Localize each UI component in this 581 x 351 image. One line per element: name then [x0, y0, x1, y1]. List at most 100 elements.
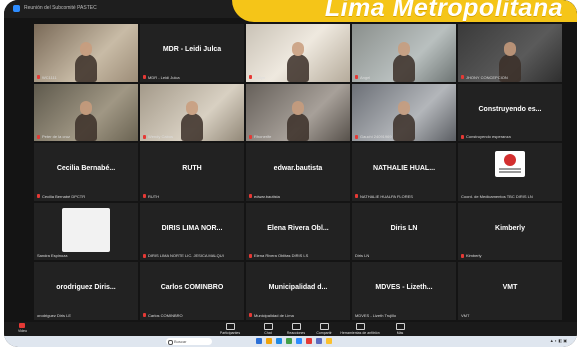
- participant-head: [398, 101, 410, 116]
- participant-display-name: Cecilia Bernabé...: [56, 165, 116, 173]
- participant-label-text: DIRIS LIMA NORTE LIC. JESICA MALQUI: [148, 253, 224, 259]
- taskbar-search[interactable]: Buscar: [166, 338, 212, 345]
- chat-button[interactable]: Chat: [254, 323, 282, 335]
- muted-mic-icon: [143, 75, 146, 80]
- chrome-icon[interactable]: [306, 338, 312, 344]
- participant-name-label: Sandra Espinoza: [37, 253, 67, 258]
- participant-name-label: WC1111: [37, 75, 57, 80]
- participant-tile[interactable]: RUTH RUTH: [140, 143, 244, 201]
- participant-tile[interactable]: Cecilia Bernabé... Cecilia Bernabé DPCTR: [34, 143, 138, 201]
- participant-tile[interactable]: Coord. de Medicamentos TBC DIRIS LN: [458, 143, 562, 201]
- participant-tile[interactable]: MDVES - Lizeth... MDVES - Lizeth Trujillo: [352, 262, 456, 320]
- participant-display-name: MDR - Leidi Julca: [162, 46, 222, 53]
- participant-label-text: Cecilia Bernabé DPCTR: [42, 193, 86, 199]
- participant-tile[interactable]: Dailyn: [246, 24, 350, 82]
- muted-mic-icon: [249, 313, 252, 318]
- more-button[interactable]: Más: [386, 323, 414, 335]
- participant-tile[interactable]: Peter de la cruz: [34, 83, 138, 142]
- participant-tile[interactable]: Construyendo es... Construyendo esperanza: [458, 83, 562, 142]
- participant-name-label: Elena Rivera Oblitas DIRIS LS: [249, 253, 308, 258]
- participant-name-label: Coord. de Medicamentos TBC DIRIS LN: [461, 194, 533, 199]
- share-screen-icon: [319, 323, 329, 330]
- participant-head: [80, 41, 92, 56]
- participant-tile[interactable]: Wendy Cabos: [140, 83, 244, 142]
- participant-display-name: RUTH: [182, 165, 202, 173]
- participant-name-label: NATHALIE HUALPA FLORES: [355, 194, 413, 199]
- chat-icon: [263, 323, 273, 330]
- participant-label-text: Coord. de Medicamentos TBC DIRIS LN: [461, 193, 533, 199]
- participant-silhouette: [75, 101, 97, 142]
- file-explorer-icon[interactable]: [266, 338, 272, 344]
- participant-name-label: Cecilia Bernabé DPCTR: [37, 194, 85, 199]
- participant-video: [246, 24, 350, 82]
- participant-tile[interactable]: Gauchi 24091969: [352, 83, 456, 142]
- zoom-app-icon: [13, 5, 20, 12]
- participant-tile[interactable]: edwar.bautista edwar.bautista: [246, 143, 350, 201]
- participant-tile[interactable]: DIRIS LIMA NOR... DIRIS LIMA NORTE LIC. J…: [140, 202, 244, 261]
- participant-tile[interactable]: Carlos COMINBRO Carlos COMINBRO: [140, 262, 244, 320]
- host-tools-button[interactable]: Herramientas de anfitrión: [340, 323, 380, 335]
- logo-text-line: [499, 171, 521, 174]
- participant-name-label: Kimberly: [461, 253, 482, 258]
- participant-silhouette: [181, 101, 203, 142]
- host-tools-label: Herramientas de anfitrión: [340, 331, 380, 335]
- participant-tile[interactable]: MDR - Leidi Julca MDR - Leidi Julca: [140, 24, 244, 82]
- participant-tile[interactable]: Angel: [352, 24, 456, 82]
- participant-tile[interactable]: WC1111: [34, 24, 138, 82]
- share-button[interactable]: Compartir: [310, 323, 338, 335]
- system-tray[interactable]: ▲ ◐ ◧ ▣: [550, 338, 567, 343]
- excel-icon[interactable]: [286, 338, 292, 344]
- participant-silhouette: [75, 41, 97, 82]
- participant-name-label: Diris LN: [355, 253, 369, 258]
- participant-label-text: MDVES - Lizeth Trujillo: [355, 312, 397, 318]
- participant-silhouette: [393, 41, 415, 82]
- participant-label-text: RUTH: [148, 193, 160, 199]
- teams-icon[interactable]: [316, 338, 322, 344]
- participant-name-label: Angel: [355, 75, 370, 80]
- participant-label-text: Dailyn: [254, 74, 266, 80]
- participant-display-name: Diris LN: [390, 224, 418, 232]
- muted-mic-icon: [461, 134, 464, 139]
- participant-display-name: orodriguez Diris...: [56, 284, 116, 292]
- organization-logo: [495, 151, 525, 178]
- participant-name-label: MDVES - Lizeth Trujillo: [355, 313, 396, 318]
- participants-button[interactable]: Participantes: [216, 323, 244, 335]
- video-button[interactable]: Video: [18, 323, 27, 333]
- participant-display-name: Carlos COMINBRO: [160, 284, 224, 292]
- participant-tile[interactable]: Sandra Espinoza: [34, 202, 138, 261]
- participant-tile[interactable]: VMT VMT: [458, 262, 562, 320]
- participant-label-text: Construyendo esperanza: [466, 134, 511, 140]
- participant-tile[interactable]: JHONY CONCEPCION: [458, 24, 562, 82]
- participant-label-text: Gauchi 24091969: [360, 134, 392, 140]
- participant-label-text: orodriguez Diris LE: [37, 312, 72, 318]
- participant-name-label: Wendy Cabos: [143, 134, 173, 139]
- participant-tile[interactable]: Elena Rivera Obl... Elena Rivera Oblitas …: [246, 202, 350, 261]
- taskbar-apps: [256, 338, 332, 344]
- participant-video: [140, 83, 244, 142]
- muted-mic-icon: [249, 75, 252, 80]
- zoom-taskbar-icon[interactable]: [296, 338, 302, 344]
- muted-mic-icon: [143, 194, 146, 199]
- logo-text-line: [499, 168, 521, 171]
- muted-mic-icon: [249, 194, 252, 199]
- participant-tile[interactable]: Kimberly Kimberly: [458, 202, 562, 261]
- participant-label-text: Kimberly: [466, 253, 482, 259]
- folder-icon[interactable]: [326, 338, 332, 344]
- muted-mic-icon: [37, 75, 40, 80]
- participant-tile[interactable]: Municipalidad d... Municipalidad de Lima: [246, 262, 350, 320]
- muted-mic-icon: [355, 75, 358, 80]
- participant-tile[interactable]: Rhonerife: [246, 83, 350, 142]
- participant-tile[interactable]: orodriguez Diris... orodriguez Diris LE: [34, 262, 138, 320]
- participant-tile[interactable]: NATHALIE HUAL... NATHALIE HUALPA FLORES: [352, 143, 456, 201]
- windows-start-icon[interactable]: [256, 338, 262, 344]
- edge-icon[interactable]: [276, 338, 282, 344]
- muted-mic-icon: [143, 313, 146, 318]
- participant-label-text: Wendy Cabos: [148, 134, 174, 140]
- participant-video: [458, 24, 562, 82]
- participant-name-label: Construyendo esperanza: [461, 134, 511, 139]
- participant-tile[interactable]: Diris LN Diris LN: [352, 202, 456, 261]
- participant-name-label: RUTH: [143, 194, 159, 199]
- reactions-button[interactable]: Reacciones: [282, 323, 310, 335]
- reactions-label: Reacciones: [286, 331, 306, 335]
- participant-display-name: Construyendo es...: [478, 105, 542, 113]
